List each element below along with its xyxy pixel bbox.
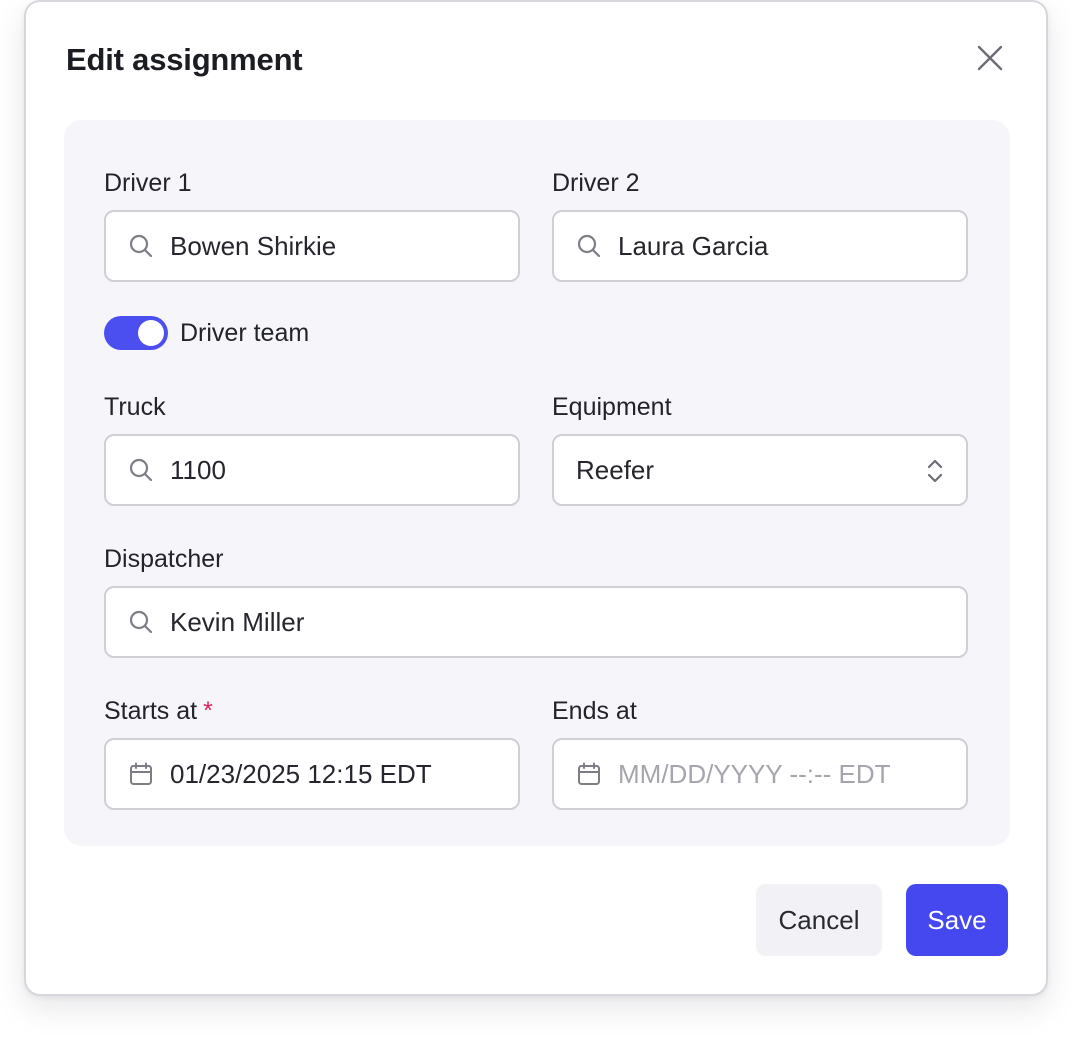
search-icon [126,607,156,637]
equipment-label: Equipment [552,393,672,421]
dispatcher-field: Dispatcher Kevin Miller [104,544,968,658]
cancel-button[interactable]: Cancel [756,884,882,956]
driver-team-toggle[interactable] [104,316,168,350]
ends-at-label: Ends at [552,697,637,725]
driver-team-row: Driver team [104,316,309,350]
search-icon [126,231,156,261]
equipment-value: Reefer [576,454,655,485]
calendar-icon [574,759,604,789]
starts-at-label-text: Starts at [104,697,198,725]
ends-at-placeholder: MM/DD/YYYY --:-- EDT [618,758,891,789]
truck-field: Truck 1100 [104,392,520,506]
starts-at-label: Starts at * [104,696,520,726]
driver2-field: Driver 2 Laura Garcia [552,168,968,282]
driver1-label: Driver 1 [104,169,192,197]
dispatcher-input[interactable]: Kevin Miller [104,586,968,658]
required-mark: * [203,697,213,725]
form-panel: Driver 1 Bowen Shirkie Driver 2 Laura Ga… [64,120,1010,846]
truck-label: Truck [104,393,166,421]
equipment-select[interactable]: Reefer [552,434,968,506]
driver1-field: Driver 1 Bowen Shirkie [104,168,520,282]
search-icon [574,231,604,261]
driver2-label: Driver 2 [552,169,640,197]
truck-input[interactable]: 1100 [104,434,520,506]
starts-at-value: 01/23/2025 12:15 EDT [170,758,432,789]
chevron-up-down-icon [924,456,946,486]
close-icon [977,45,1003,71]
starts-at-field: Starts at * 01/23/2025 12:15 EDT [104,696,520,810]
driver-team-label: Driver team [180,318,310,347]
equipment-field: Equipment Reefer [552,392,968,506]
truck-value: 1100 [170,454,226,485]
dispatcher-label: Dispatcher [104,545,224,573]
ends-at-input[interactable]: MM/DD/YYYY --:-- EDT [552,738,968,810]
driver2-input[interactable]: Laura Garcia [552,210,968,282]
starts-at-input[interactable]: 01/23/2025 12:15 EDT [104,738,520,810]
driver1-value: Bowen Shirkie [170,230,337,261]
close-button[interactable] [972,40,1008,76]
dispatcher-value: Kevin Miller [170,606,305,637]
driver2-value: Laura Garcia [618,230,769,261]
ends-at-field: Ends at MM/DD/YYYY --:-- EDT [552,696,968,810]
edit-assignment-dialog: Edit assignment Driver 1 Bowen Shirkie D… [24,0,1048,996]
driver1-input[interactable]: Bowen Shirkie [104,210,520,282]
save-button[interactable]: Save [906,884,1008,956]
toggle-knob [138,320,164,346]
dialog-title: Edit assignment [66,42,303,77]
calendar-icon [126,759,156,789]
search-icon [126,455,156,485]
